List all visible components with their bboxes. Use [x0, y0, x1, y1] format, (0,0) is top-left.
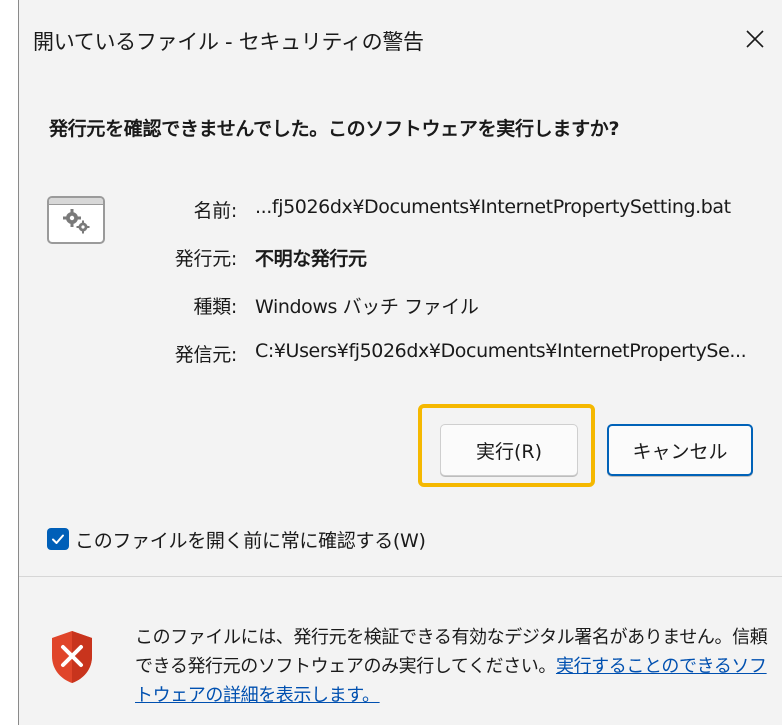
detail-value-source: C:¥Users¥fj5026dx¥Documents¥InternetProp…	[255, 340, 747, 362]
detail-label: 名前:	[193, 200, 237, 222]
always-ask-checkbox[interactable]	[47, 528, 69, 550]
detail-label: 発信元:	[174, 344, 238, 366]
detail-value-publisher: 不明な発行元	[255, 248, 367, 270]
cancel-button[interactable]: キャンセル	[607, 424, 753, 476]
window-title: 開いているファイル - セキュリティの警告	[33, 30, 424, 54]
title-bar: 開いているファイル - セキュリティの警告	[19, 0, 782, 86]
always-ask-option: このファイルを開く前に常に確認する(W)	[47, 526, 426, 552]
shield-warning-icon	[52, 631, 92, 683]
warning-message: このファイルには、発行元を検証できる有効なデジタル署名がありません。信頼できる発…	[135, 623, 775, 710]
security-warning-dialog: 開いているファイル - セキュリティの警告 発行元を確認できませんでした。このソ…	[18, 0, 782, 725]
question-heading: 発行元を確認できませんでした。このソフトウェアを実行しますか?	[49, 118, 620, 140]
detail-row-type: 種類: Windows バッチ ファイル	[19, 292, 782, 322]
close-icon	[746, 30, 764, 48]
detail-label: 発行元:	[174, 248, 238, 270]
detail-label: 種類:	[193, 296, 237, 318]
always-ask-label: このファイルを開く前に常に確認する(W)	[75, 529, 426, 552]
detail-row-publisher: 発行元: 不明な発行元	[19, 244, 782, 274]
check-icon	[52, 534, 64, 544]
detail-value-filename: ...fj5026dx¥Documents¥InternetPropertySe…	[255, 196, 731, 218]
warning-footer: このファイルには、発行元を検証できる有効なデジタル署名がありません。信頼できる発…	[19, 577, 782, 725]
run-button[interactable]: 実行(R)	[440, 424, 578, 476]
detail-row-source: 発信元: C:¥Users¥fj5026dx¥Documents¥Interne…	[19, 340, 782, 370]
detail-row-name: 名前: ...fj5026dx¥Documents¥InternetProper…	[19, 196, 782, 226]
close-button[interactable]	[734, 18, 776, 60]
detail-value-type: Windows バッチ ファイル	[255, 296, 479, 318]
